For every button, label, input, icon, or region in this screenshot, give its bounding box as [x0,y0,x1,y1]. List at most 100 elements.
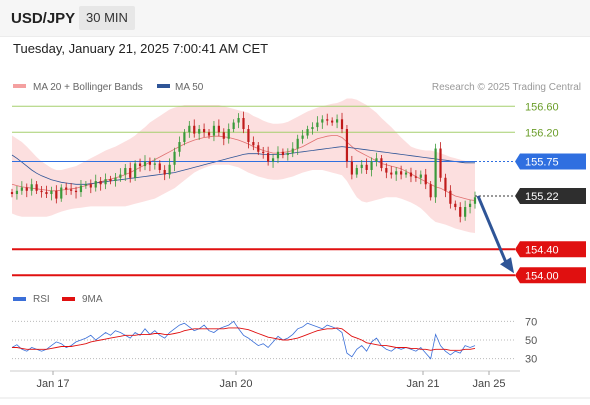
candle-body [473,197,477,204]
candle-body [232,122,235,130]
candle-body [30,184,33,191]
candle-body [35,184,38,191]
candle-body [345,129,349,162]
candle-body [168,164,171,175]
candle-body [276,151,280,159]
candle-body [306,129,309,136]
candle-body [385,168,388,173]
candle-body [207,132,211,136]
candle-body [335,119,339,123]
resistance-label: 156.60 [525,101,559,113]
candle-body [188,125,191,133]
candle-body [247,129,250,143]
candle-body [212,125,216,136]
candle-body [227,129,230,139]
candle-body [271,158,275,162]
price-chart-svg: MA 20 + Bollinger Bands MA 50 Research © 2… [0,82,590,399]
candle-body [173,151,176,165]
candle-body [468,203,472,208]
last-price-tag: 155.22 [525,191,559,203]
candle-body [449,190,452,204]
x-tick-label: Jan 25 [472,378,505,390]
candle-body [84,184,87,186]
forecast-arrow-shaft [476,195,510,268]
resistance-label: 156.20 [525,127,559,139]
candle-body [291,148,294,154]
candle-body [60,187,63,199]
ma50-legend-label: MA 50 [175,82,204,93]
rsi-ma9-line [12,327,476,351]
candle-body [365,164,368,170]
candle-body [434,148,437,198]
candle-body [439,148,442,178]
candle-body [45,192,48,195]
candle-body [153,163,156,165]
candle-body [350,161,353,175]
candle-body [296,138,299,149]
candle-body [119,174,122,178]
candle-body [129,168,132,178]
candle-body [370,161,373,170]
candle-body [400,171,403,175]
credit-text: Research © 2025 Trading Central [432,82,581,93]
candle-body [74,190,78,193]
chart-area: MA 20 + Bollinger Bands MA 50 Research © 2… [0,0,590,405]
candle-body [316,122,319,128]
candle-body [79,185,83,193]
candle-body [257,145,260,152]
ma20-legend-swatch [13,84,26,88]
candle-body [55,190,58,199]
candle-body [311,127,314,130]
candle-body [331,120,334,123]
rsi-level-label: 70 [525,316,537,328]
candle-body [70,189,73,191]
candle-body [380,158,383,169]
candle-body [99,181,102,185]
candle-body [321,119,324,123]
candle-body [50,190,53,195]
candle-body [89,184,92,188]
candle-body [104,179,107,185]
candle-body [459,207,462,217]
candle-body [237,117,240,123]
candle-body [390,172,393,175]
candle-body [114,177,117,182]
candle-body [395,171,398,175]
candle-body [163,169,166,175]
candle-body [10,192,14,195]
ma50-legend-swatch [157,84,170,88]
candle-body [124,168,127,175]
candle-body [424,174,427,185]
candle-body [281,151,285,156]
candle-body [20,187,23,191]
candle-body [94,181,97,188]
rsi-level-label: 30 [525,354,537,366]
candle-body [326,119,329,121]
candle-body [267,153,270,162]
candle-body [360,164,363,169]
candle-body [429,184,432,198]
candle-body [252,142,255,146]
candle-body [262,151,265,154]
candle-body [286,153,289,156]
candle-body [444,177,447,191]
candle-body [178,142,181,152]
candle-body [134,163,137,178]
candle-body [414,176,417,178]
ma9-legend-label: 9MA [82,294,103,305]
candle-body [148,161,152,165]
ma20-legend-label: MA 20 + Bollinger Bands [33,82,143,93]
candle-body [40,190,43,193]
candle-body [202,129,206,133]
candle-body [25,187,28,191]
candle-body [404,172,408,175]
candle-body [454,203,457,208]
candle-body [242,117,245,130]
candle-body [109,179,112,182]
candle-body [301,135,304,139]
x-tick-label: Jan 20 [219,378,252,390]
rsi-legend-label: RSI [33,294,50,305]
support-tag: 154.00 [525,270,559,282]
candle-body [15,190,19,195]
candle-body [375,158,378,162]
